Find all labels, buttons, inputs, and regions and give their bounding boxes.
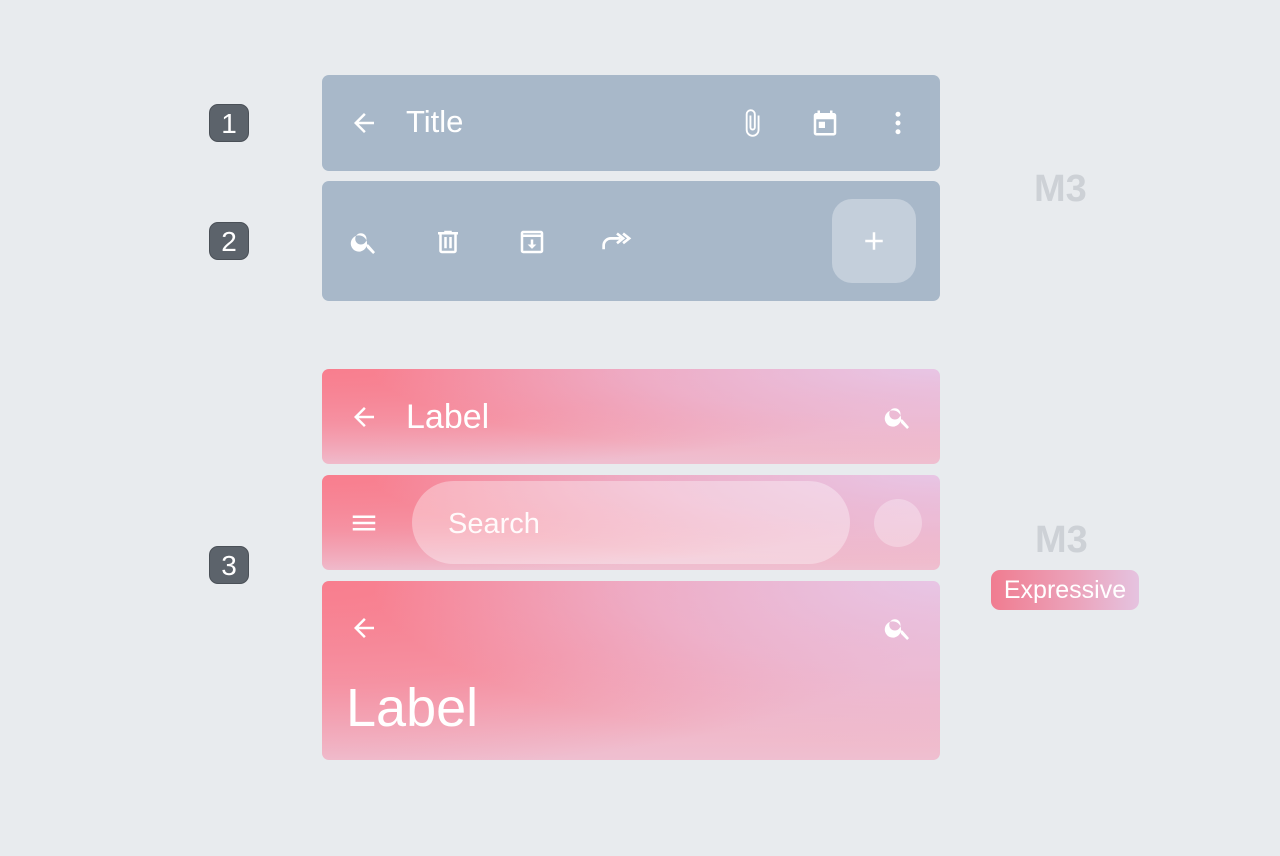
large-title: Label xyxy=(346,678,479,738)
fab-add-button[interactable] xyxy=(832,199,916,283)
expressive-large-top-app-bar: Label xyxy=(322,581,940,760)
add-icon xyxy=(859,226,889,256)
search-field[interactable]: Search xyxy=(412,481,850,564)
bar-title: Label xyxy=(406,398,490,436)
m3-top-app-bar: Title xyxy=(322,75,940,171)
m3-label: M3 xyxy=(1034,168,1087,210)
arrow-back-icon[interactable] xyxy=(349,108,379,138)
search-placeholder: Search xyxy=(448,508,540,540)
m3-bottom-app-bar xyxy=(322,181,940,301)
search-icon[interactable] xyxy=(883,613,913,643)
badge-2: 2 xyxy=(209,222,249,260)
page-title: Title xyxy=(406,104,464,139)
expressive-tag: Expressive xyxy=(991,570,1139,610)
calendar-icon[interactable] xyxy=(810,108,840,138)
avatar[interactable] xyxy=(874,499,922,547)
archive-icon[interactable] xyxy=(517,227,547,257)
search-icon[interactable] xyxy=(349,227,379,257)
more-vert-icon[interactable] xyxy=(883,108,913,138)
attach-icon[interactable] xyxy=(737,108,767,138)
m3-label: M3 xyxy=(1035,519,1088,561)
menu-icon[interactable] xyxy=(349,508,379,538)
forward-icon[interactable] xyxy=(600,227,634,257)
delete-icon[interactable] xyxy=(433,227,463,257)
badge-1: 1 xyxy=(209,104,249,142)
badge-3: 3 xyxy=(209,546,249,584)
search-icon[interactable] xyxy=(883,402,913,432)
arrow-back-icon[interactable] xyxy=(349,613,379,643)
arrow-back-icon[interactable] xyxy=(349,402,379,432)
expressive-search-app-bar: Search xyxy=(322,475,940,570)
expressive-top-app-bar: Label xyxy=(322,369,940,464)
